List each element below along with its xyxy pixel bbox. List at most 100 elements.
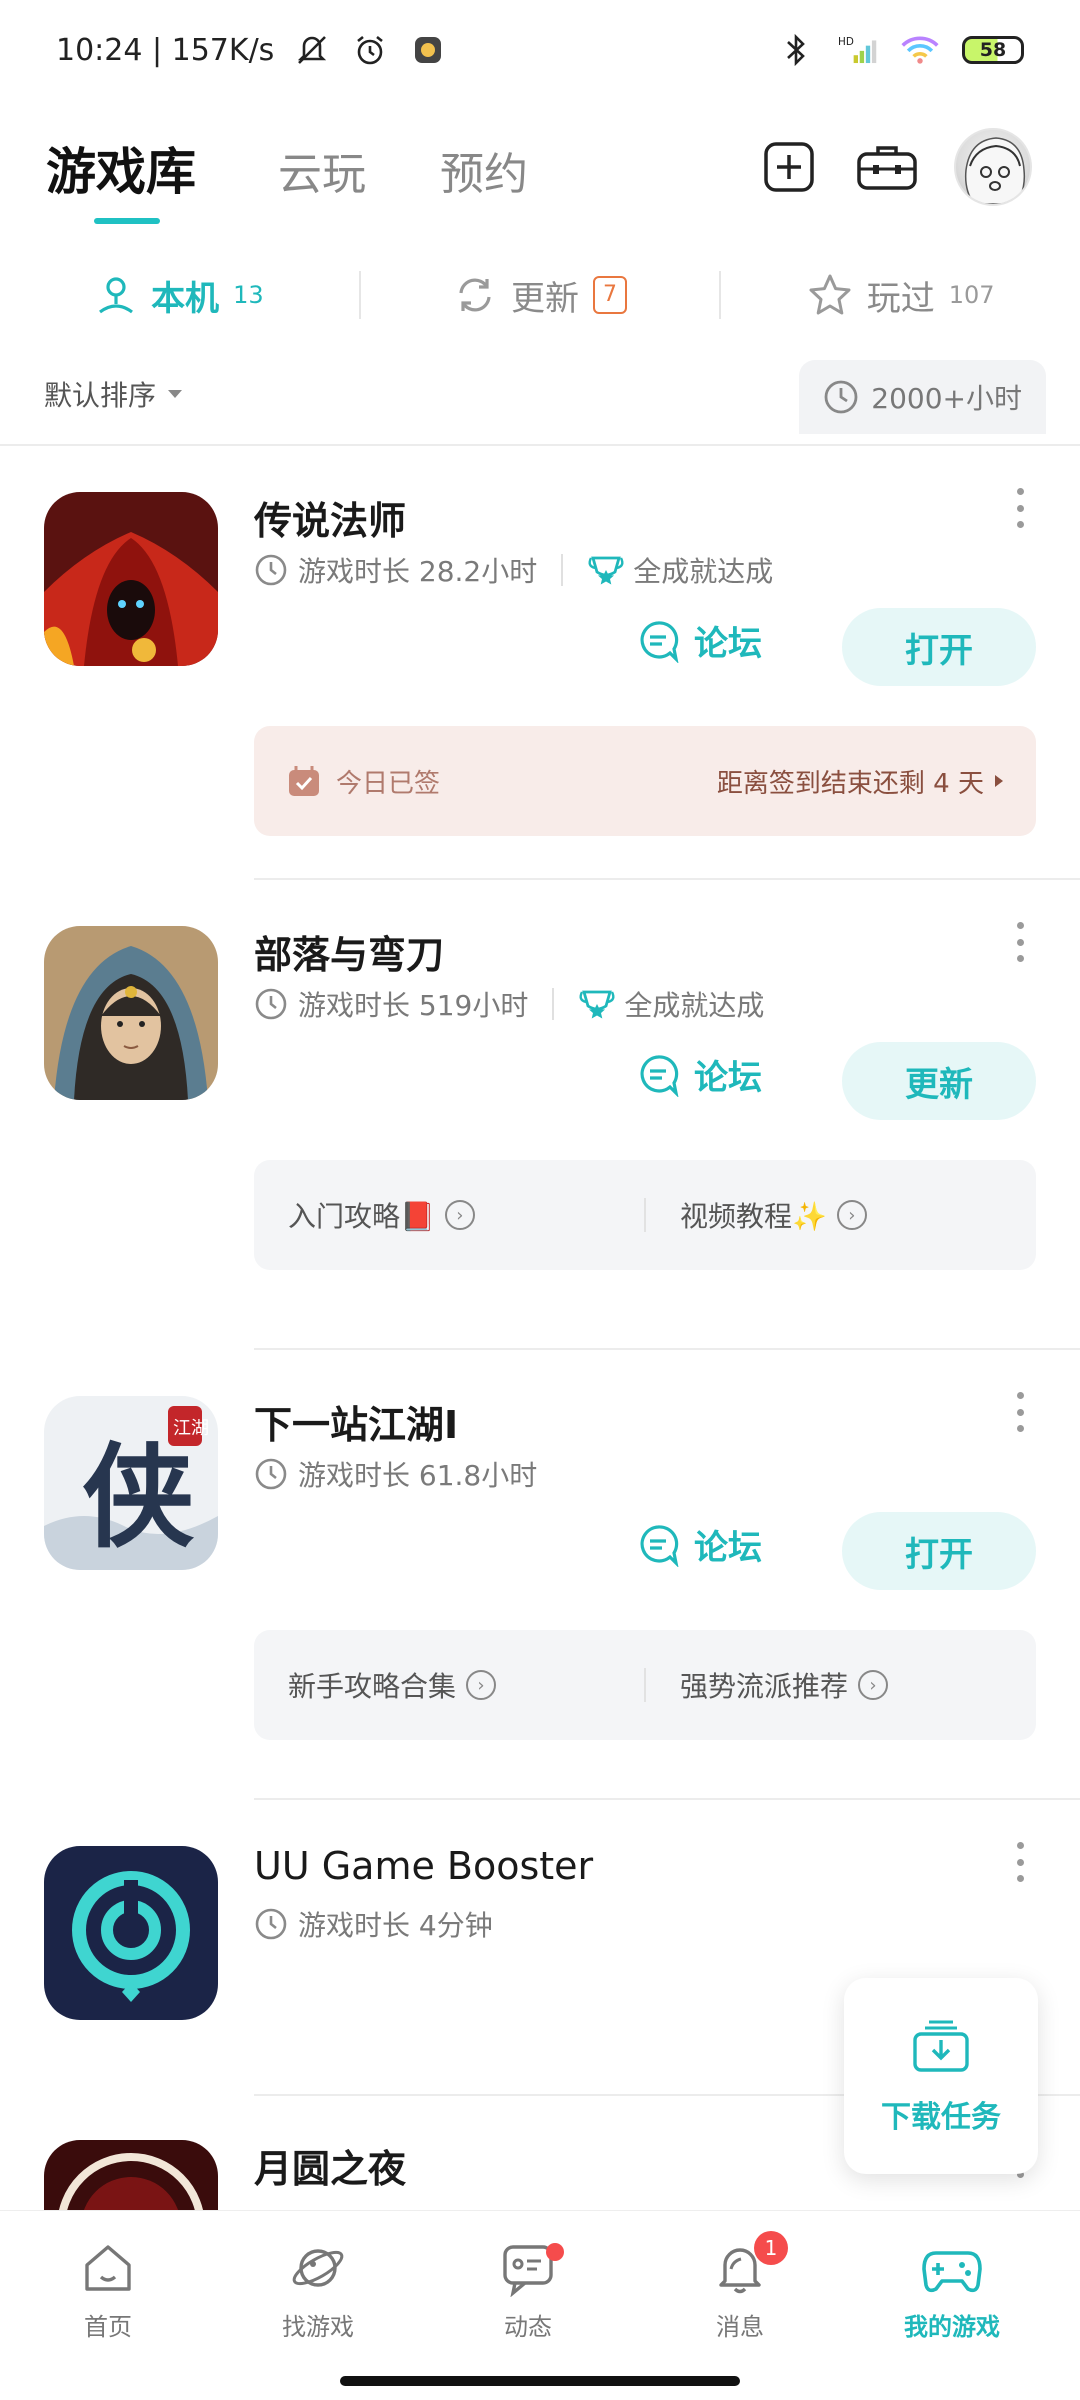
forum-label: 论坛 [694, 624, 762, 664]
total-playtime: 2000+小时 [871, 382, 1022, 415]
chat-bubble-icon [640, 1054, 679, 1097]
guide-link-beginner[interactable]: 入门攻略📕 › [254, 1195, 644, 1235]
gamepad-icon [922, 2251, 982, 2293]
checkin-status: 今日已签 [336, 768, 441, 799]
guide-link-video[interactable]: 视频教程✨ › [646, 1195, 1036, 1235]
toolbox-button[interactable] [856, 136, 918, 198]
game-meta: 游戏时长 4分钟 [254, 1904, 493, 1944]
meta-divider [561, 554, 564, 586]
guide-label: 视频教程✨ [680, 1200, 827, 1233]
tab-game-library[interactable]: 游戏库 [46, 132, 196, 204]
game-meta: 游戏时长 61.8小时 [254, 1454, 537, 1494]
add-game-button[interactable] [758, 136, 820, 198]
svg-text:江湖: 江湖 [173, 1418, 209, 1439]
feed-unread-dot [546, 2243, 564, 2261]
nav-feed[interactable]: 动态 [420, 2239, 636, 2342]
game-meta: 游戏时长 519小时 全成就达成 [254, 984, 764, 1024]
subtab-played[interactable]: 玩过 107 [721, 271, 1080, 320]
sort-dropdown[interactable]: 默认排序 [44, 374, 184, 414]
local-device-icon [99, 277, 134, 314]
update-game-button[interactable]: 更新 [842, 1042, 1036, 1120]
guide-bar: 新手攻略合集 › 强势流派推荐 › [254, 1630, 1036, 1740]
refresh-icon [459, 278, 491, 312]
game-playtime: 游戏时长 61.8小时 [298, 1459, 538, 1492]
top-header: 游戏库 云玩 预约 [0, 100, 1080, 240]
home-icon [85, 2245, 131, 2291]
more-options-icon[interactable] [1012, 1842, 1028, 1882]
chevron-circle-icon: › [836, 1200, 867, 1230]
nav-home[interactable]: 首页 [0, 2239, 216, 2342]
clock-icon [255, 988, 287, 1020]
game-playtime: 游戏时长 28.2小时 [298, 555, 538, 588]
nav-messages-label: 消息 [716, 2313, 764, 2341]
subtab-local[interactable]: 本机 13 [0, 271, 359, 320]
mute-icon [292, 30, 332, 70]
subtab-played-count: 107 [948, 281, 995, 309]
guide-label: 入门攻略📕 [288, 1200, 435, 1233]
status-time: 10:24 | 157K/s [56, 32, 275, 68]
forum-button[interactable]: 论坛 [636, 1520, 762, 1569]
game-icon[interactable] [44, 492, 218, 666]
nav-home-label: 首页 [84, 2313, 132, 2341]
home-indicator[interactable] [340, 2376, 740, 2386]
game-icon[interactable] [44, 1846, 218, 2020]
subtab-local-count: 13 [233, 281, 264, 309]
guide-label: 新手攻略合集 [288, 1670, 457, 1703]
checkin-countdown: 距离签到结束还剩 4 天 [716, 768, 984, 799]
checkin-bar[interactable]: 今日已签 距离签到结束还剩 4 天 [254, 726, 1036, 836]
more-options-icon[interactable] [1012, 922, 1028, 962]
sort-label: 默认排序 [44, 379, 157, 412]
star-icon [809, 274, 851, 315]
more-options-icon[interactable] [1012, 1392, 1028, 1432]
guide-link-build[interactable]: 强势流派推荐 › [646, 1665, 1036, 1705]
game-title: 部落与弯刀 [254, 933, 445, 977]
tab-reservation[interactable]: 预约 [440, 138, 528, 202]
open-game-button[interactable]: 打开 [842, 1512, 1036, 1590]
achievement-label: 全成就达成 [624, 989, 765, 1022]
guide-link-newbie[interactable]: 新手攻略合集 › [254, 1665, 644, 1705]
plus-square-icon [764, 142, 814, 192]
achievement-label: 全成就达成 [633, 555, 774, 588]
game-icon[interactable] [44, 926, 218, 1100]
user-avatar[interactable] [954, 128, 1032, 206]
list-divider [0, 444, 1080, 446]
nav-messages[interactable]: 消息 1 [632, 2231, 848, 2342]
trophy-icon [579, 990, 615, 1019]
update-count-badge: 7 [593, 276, 627, 314]
subtab-update-label: 更新 [511, 278, 579, 319]
game-playtime: 游戏时长 519小时 [298, 989, 529, 1022]
game-playtime: 游戏时长 4分钟 [298, 1909, 493, 1942]
sort-row: 默认排序 2000+小时 [0, 360, 1080, 440]
open-game-button[interactable]: 打开 [842, 608, 1036, 686]
more-options-icon[interactable] [1012, 488, 1028, 528]
clock-icon [255, 1908, 287, 1940]
trophy-icon [588, 556, 624, 585]
nav-find-games[interactable]: 找游戏 [210, 2239, 426, 2342]
forum-button[interactable]: 论坛 [636, 1050, 762, 1099]
chat-bubble-icon [640, 620, 679, 663]
download-tasks-button[interactable]: 下载任务 [844, 1978, 1038, 2174]
battery-indicator: 58 [962, 36, 1024, 64]
row-divider [254, 1798, 1080, 1800]
subtab-update[interactable]: 更新 7 [361, 271, 720, 320]
nav-feed-label: 动态 [504, 2313, 552, 2341]
nav-my-games[interactable]: 我的游戏 [844, 2239, 1060, 2342]
chevron-right-icon [995, 775, 1003, 787]
clock-icon [824, 380, 858, 414]
chat-bubble-icon [640, 1524, 679, 1567]
achievement-status: 全成就达成 [587, 550, 773, 590]
tab-cloud-play[interactable]: 云玩 [278, 138, 366, 202]
forum-label: 论坛 [694, 1058, 762, 1098]
svg-text:HD: HD [838, 36, 854, 48]
guide-label: 强势流派推荐 [680, 1670, 849, 1703]
nav-my-games-label: 我的游戏 [904, 2313, 1000, 2341]
guide-bar: 入门攻略📕 › 视频教程✨ › [254, 1160, 1036, 1270]
download-tray-icon [913, 2020, 969, 2072]
subtab-played-label: 玩过 [866, 278, 935, 319]
meta-divider [552, 988, 555, 1020]
achievement-status: 全成就达成 [578, 984, 764, 1024]
total-playtime-badge: 2000+小时 [799, 360, 1046, 434]
forum-button[interactable]: 论坛 [636, 616, 762, 665]
game-icon[interactable]: 侠江湖 [44, 1396, 218, 1570]
game-icon[interactable] [44, 2140, 218, 2210]
